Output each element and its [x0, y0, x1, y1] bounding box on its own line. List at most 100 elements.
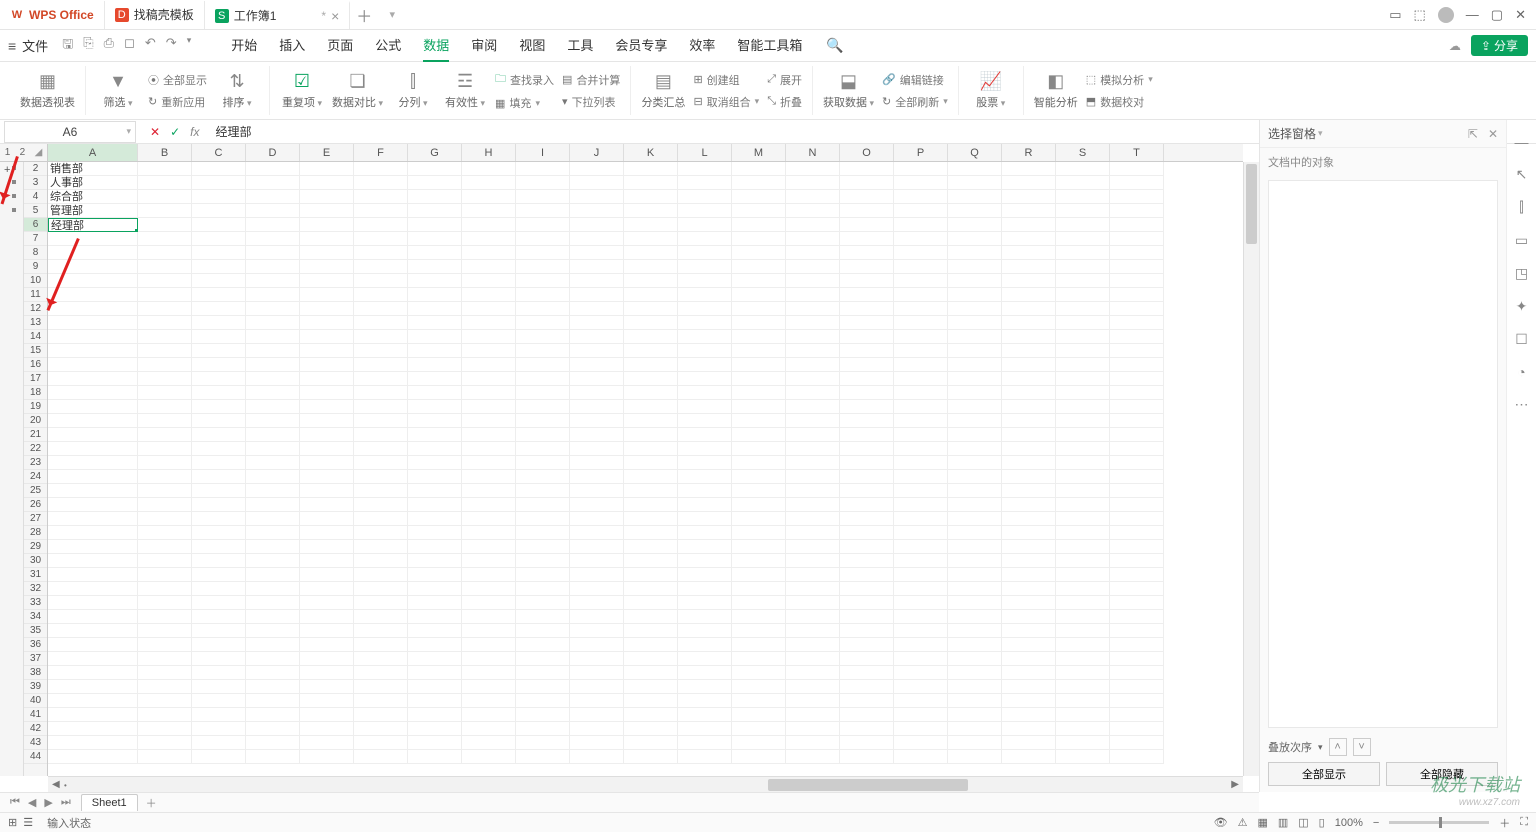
cell[interactable] [624, 232, 678, 246]
cell[interactable] [408, 260, 462, 274]
column-header[interactable]: G [408, 144, 462, 161]
duplicates-button[interactable]: ☑重复项 [280, 71, 324, 110]
cell[interactable] [1056, 176, 1110, 190]
row-header[interactable]: 15 [24, 344, 47, 358]
cell[interactable] [732, 330, 786, 344]
cell[interactable] [570, 260, 624, 274]
hscroll-left-icon[interactable]: ◀ [52, 779, 60, 790]
cell[interactable] [516, 400, 570, 414]
cell[interactable] [678, 456, 732, 470]
cell[interactable] [516, 708, 570, 722]
cell[interactable] [246, 442, 300, 456]
cell[interactable] [354, 708, 408, 722]
cell[interactable] [1056, 274, 1110, 288]
cell[interactable] [138, 568, 192, 582]
row-header[interactable]: 9 [24, 260, 47, 274]
row-header[interactable]: 17 [24, 372, 47, 386]
backup-icon[interactable]: ◳ [1515, 265, 1528, 282]
cell[interactable] [840, 330, 894, 344]
cell[interactable] [624, 470, 678, 484]
cell[interactable] [948, 260, 1002, 274]
cell[interactable] [678, 442, 732, 456]
cell[interactable] [354, 316, 408, 330]
cell[interactable] [570, 470, 624, 484]
cell[interactable] [732, 176, 786, 190]
cell[interactable] [948, 386, 1002, 400]
cell[interactable] [1056, 246, 1110, 260]
cell[interactable] [246, 344, 300, 358]
cell[interactable] [732, 316, 786, 330]
cell[interactable] [624, 694, 678, 708]
cell[interactable] [624, 344, 678, 358]
cell[interactable] [462, 582, 516, 596]
cell[interactable] [948, 176, 1002, 190]
cell[interactable] [1056, 316, 1110, 330]
cell[interactable] [408, 568, 462, 582]
cell[interactable]: 人事部 [48, 176, 138, 190]
cell[interactable] [408, 246, 462, 260]
row-header[interactable]: 35 [24, 624, 47, 638]
tab-review[interactable]: 审阅 [471, 29, 497, 62]
settings-icon[interactable]: ✦ [1516, 298, 1528, 315]
cell[interactable] [786, 512, 840, 526]
row-header[interactable]: 36 [24, 638, 47, 652]
cell[interactable] [48, 708, 138, 722]
cell[interactable] [624, 554, 678, 568]
cell[interactable] [948, 512, 1002, 526]
cell[interactable] [624, 442, 678, 456]
cell[interactable] [48, 428, 138, 442]
cell[interactable] [840, 736, 894, 750]
cell[interactable] [462, 666, 516, 680]
cell[interactable] [786, 204, 840, 218]
column-header[interactable]: S [1056, 144, 1110, 161]
cell[interactable] [678, 162, 732, 176]
cell[interactable] [354, 512, 408, 526]
cell[interactable] [246, 302, 300, 316]
cell[interactable] [516, 722, 570, 736]
undo-icon[interactable]: ↶ [145, 35, 156, 57]
confirm-edit-icon[interactable]: ✓ [170, 125, 180, 139]
cell[interactable] [1002, 470, 1056, 484]
cell[interactable] [948, 162, 1002, 176]
cell[interactable] [354, 372, 408, 386]
cell[interactable] [732, 218, 786, 232]
cell[interactable] [1002, 162, 1056, 176]
cell[interactable] [192, 750, 246, 764]
cell[interactable] [192, 358, 246, 372]
cell[interactable] [678, 288, 732, 302]
cell[interactable] [138, 218, 192, 232]
column-header[interactable]: D [246, 144, 300, 161]
cell[interactable] [894, 624, 948, 638]
cell[interactable] [678, 302, 732, 316]
cell[interactable] [894, 456, 948, 470]
cell[interactable] [246, 736, 300, 750]
cell[interactable] [300, 736, 354, 750]
cell[interactable] [570, 750, 624, 764]
collapse-button[interactable]: ⤡折叠 [767, 94, 802, 110]
cell[interactable] [894, 652, 948, 666]
cell[interactable] [1056, 526, 1110, 540]
cell[interactable] [1110, 442, 1164, 456]
sheet-first-icon[interactable]: ⏮ [10, 796, 20, 809]
cell[interactable] [300, 666, 354, 680]
cell[interactable] [840, 512, 894, 526]
cell[interactable] [840, 582, 894, 596]
cell[interactable] [408, 638, 462, 652]
cell[interactable] [300, 246, 354, 260]
cell[interactable] [1110, 288, 1164, 302]
style-tool-icon[interactable]: ⫿ [1519, 199, 1523, 216]
cell[interactable] [1002, 498, 1056, 512]
cell[interactable] [732, 274, 786, 288]
cell[interactable] [1056, 330, 1110, 344]
cell[interactable] [948, 204, 1002, 218]
cell[interactable] [48, 400, 138, 414]
cell[interactable] [246, 722, 300, 736]
cell[interactable] [300, 750, 354, 764]
cell[interactable] [786, 274, 840, 288]
cell[interactable] [354, 638, 408, 652]
cell[interactable] [732, 596, 786, 610]
cell[interactable] [192, 638, 246, 652]
cell[interactable] [732, 400, 786, 414]
cell[interactable] [678, 624, 732, 638]
cell[interactable] [1110, 582, 1164, 596]
